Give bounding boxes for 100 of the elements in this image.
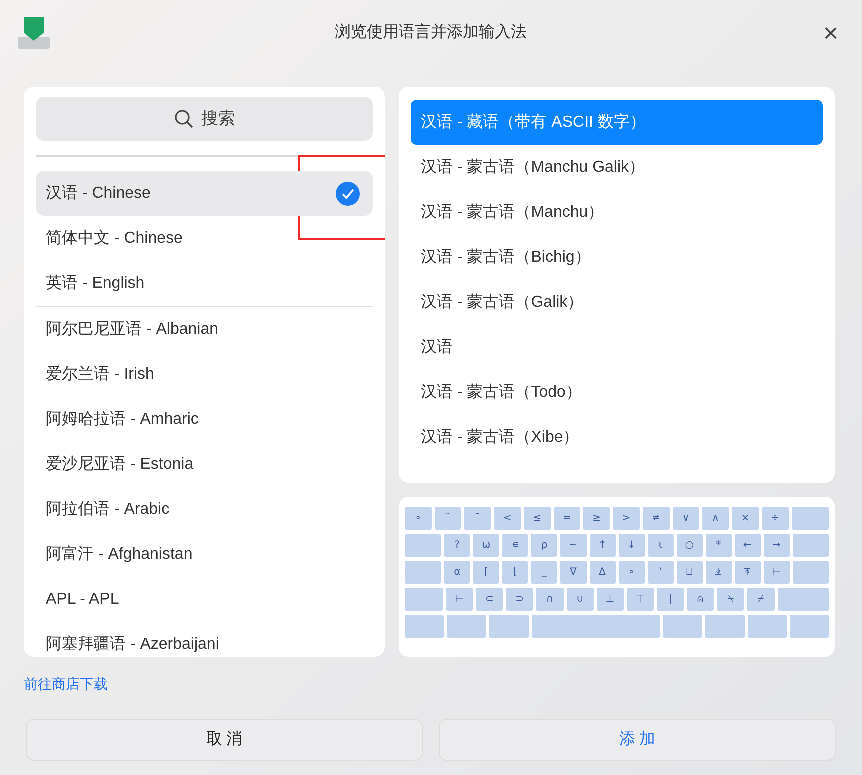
layout-item[interactable]: 汉语 - 蒙古语（Manchu Galik） (411, 145, 823, 190)
keyboard-key (405, 534, 442, 557)
language-label: 汉语 - Chinese (46, 184, 151, 204)
keyboard-key: ○ (676, 534, 703, 557)
cancel-button[interactable]: 取 消 (26, 719, 423, 761)
language-label: 阿姆哈拉语 - Amharic (46, 410, 199, 430)
keyboard-key: ⌿ (747, 588, 775, 611)
keyboard-key: ⍵ (473, 534, 500, 557)
keyboard-key: ⍕ (734, 561, 761, 584)
keyboard-key: = (554, 507, 580, 530)
keyboard-key: ↑ (590, 534, 616, 557)
keyboard-key: ∪ (566, 588, 594, 611)
keyboard-key: < (494, 507, 521, 530)
keyboard-key (792, 534, 830, 557)
language-item[interactable]: 阿塞拜疆语 - Azerbaijani (36, 622, 373, 657)
language-label: 阿塞拜疆语 - Azerbaijani (46, 634, 220, 654)
keyboard-key (705, 615, 745, 638)
keyboard-key: ÷ (762, 507, 789, 530)
keyboard-key: ∆ (590, 561, 616, 584)
language-item[interactable]: 爱沙尼亚语 - Estonia (36, 442, 373, 487)
keyboard-key: ↓ (618, 534, 645, 557)
keyboard-key: ' (648, 561, 674, 584)
language-label: 爱尔兰语 - Irish (46, 364, 154, 384)
keyboard-key (778, 588, 830, 611)
layout-item[interactable]: 汉语 - 藏语（带有 ASCII 数字） (411, 100, 823, 145)
keyboard-key: ∩ (536, 588, 564, 611)
checkmark-icon (335, 180, 361, 206)
keyboard-key: ← (734, 534, 761, 557)
keyboard-key: ∊ (502, 534, 528, 557)
language-item[interactable]: 爱尔兰语 - Irish (36, 352, 373, 397)
keyboard-key (405, 615, 444, 638)
keyboard-key: × (732, 507, 759, 530)
keyboard-key: ≠ (642, 507, 670, 530)
keyboard-key: | (656, 588, 684, 611)
keyboard-key: ⊥ (596, 588, 624, 611)
layout-item[interactable]: 汉语 - 蒙古语（Bichig） (411, 235, 823, 280)
language-item[interactable]: 阿尔巴尼亚语 - Albanian (36, 307, 373, 352)
keyboard-key: ∧ (702, 507, 730, 530)
keyboard-key: ⍳ (648, 534, 674, 557)
keyboard-key: ⍺ (444, 561, 470, 584)
keyboard-key: ⌈ (473, 561, 500, 584)
layout-item[interactable]: 汉语 - 蒙古语（Galik） (411, 280, 823, 325)
keyboard-key: ? (444, 534, 470, 557)
keyboard-key (792, 507, 829, 530)
language-item[interactable]: 阿富汗 - Afghanistan (36, 532, 373, 577)
language-item[interactable]: 阿拉伯语 - Arabic (36, 487, 373, 532)
keyboard-key: ~ (560, 534, 586, 557)
keyboard-key (447, 615, 486, 638)
language-label: 阿拉伯语 - Arabic (46, 500, 170, 520)
keyboard-key: ¯ (464, 507, 492, 530)
language-label: 简体中文 - Chinese (46, 228, 183, 248)
keyboard-key: → (764, 534, 790, 557)
keyboard-key: ∘ (405, 507, 432, 530)
keyboard-key: ∘ (618, 561, 645, 584)
layout-item[interactable]: 汉语 (411, 325, 823, 370)
keyboard-key (792, 561, 830, 584)
language-item[interactable]: 简体中文 - Chinese (36, 216, 373, 261)
keyboard-key: ⍀ (717, 588, 744, 611)
language-label: 阿富汗 - Afghanistan (46, 544, 193, 564)
add-button[interactable]: 添 加 (439, 719, 836, 761)
store-link[interactable]: 前往商店下载 (24, 676, 108, 692)
keyboard-key: ∇ (560, 561, 586, 584)
keyboard-key: ⊢ (446, 588, 474, 611)
keyboard-key (748, 615, 787, 638)
keyboard-key: * (706, 534, 732, 557)
keyboard-key: ⊤ (626, 588, 654, 611)
keyboard-key (489, 615, 529, 638)
close-button[interactable]: × (816, 18, 846, 48)
layout-item[interactable]: 汉语 - 蒙古语（Manchu） (411, 190, 823, 235)
search-field[interactable]: 搜索 (36, 97, 373, 141)
keyboard-key (405, 588, 443, 611)
search-icon (174, 109, 194, 129)
keyboard-app-icon (16, 15, 52, 51)
keyboard-key: > (613, 507, 640, 530)
keyboard-key: ⍎ (706, 561, 732, 584)
keyboard-key: ≤ (524, 507, 551, 530)
keyboard-key: ∨ (672, 507, 700, 530)
keyboard-key (663, 615, 702, 638)
keyboard-key (405, 561, 442, 584)
keyboard-key: ⍝ (687, 588, 714, 611)
language-item[interactable]: 英语 - English (36, 261, 373, 306)
language-label: 阿尔巴尼亚语 - Albanian (46, 320, 218, 340)
language-label: 英语 - English (46, 274, 145, 294)
keyboard-key (790, 615, 830, 638)
keyboard-key: ¨ (434, 507, 462, 530)
language-label: APL - APL (46, 590, 120, 610)
keyboard-key: ⍴ (531, 534, 558, 557)
layout-item[interactable]: 汉语 - 蒙古语（Todo） (411, 370, 823, 415)
keyboard-key: _ (531, 561, 558, 584)
keyboard-key: ⊃ (506, 588, 534, 611)
language-label: 爱沙尼亚语 - Estonia (46, 454, 194, 474)
layout-item[interactable]: 汉语 - 蒙古语（Xibe） (411, 415, 823, 460)
language-item[interactable]: 阿姆哈拉语 - Amharic (36, 397, 373, 442)
keyboard-key: ⎕ (676, 561, 703, 584)
window-title: 浏览使用语言并添加输入法 (334, 22, 528, 43)
keyboard-key: ⊢ (764, 561, 790, 584)
language-item[interactable]: 汉语 - Chinese (36, 171, 373, 216)
language-item[interactable]: APL - APL (36, 577, 373, 622)
keyboard-key: ⌊ (502, 561, 528, 584)
keyboard-key: ⊂ (476, 588, 504, 611)
